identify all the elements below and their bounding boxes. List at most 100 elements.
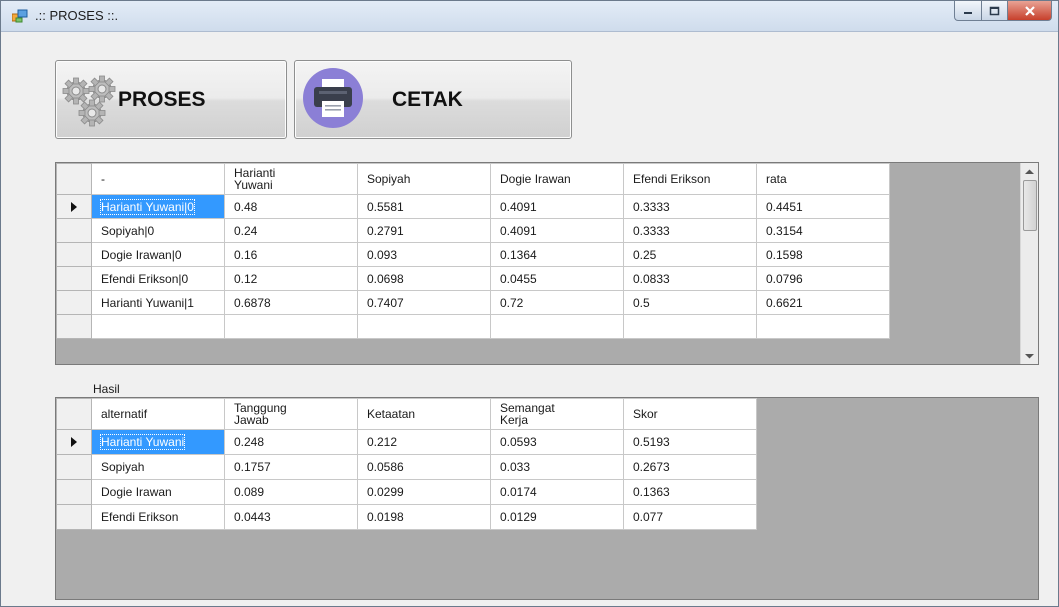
- table-cell[interactable]: 0.24: [224, 218, 358, 243]
- table-row[interactable]: Dogie Irawan 0.089 0.0299 0.0174 0.1363: [56, 479, 757, 505]
- title-bar[interactable]: .:: PROSES ::.: [1, 1, 1058, 32]
- table-cell[interactable]: Efendi Erikson: [91, 504, 225, 530]
- scroll-up-button[interactable]: [1021, 163, 1038, 180]
- table-cell[interactable]: 0.7407: [357, 290, 491, 315]
- gears-icon: [62, 75, 116, 127]
- column-header[interactable]: Dogie Irawan: [490, 163, 624, 195]
- table-cell[interactable]: [490, 314, 624, 339]
- column-header[interactable]: Semangat Kerja: [490, 398, 624, 430]
- table-cell[interactable]: 0.0299: [357, 479, 491, 505]
- table-cell[interactable]: 0.5193: [623, 429, 757, 455]
- table-cell[interactable]: 0.0833: [623, 266, 757, 291]
- column-header[interactable]: -: [91, 163, 225, 195]
- table-row[interactable]: Harianti Yuwani 0.248 0.212 0.0593 0.519…: [56, 429, 757, 455]
- table-cell[interactable]: 0.16: [224, 242, 358, 267]
- table-cell[interactable]: 0.4451: [756, 194, 890, 219]
- table-cell[interactable]: 0.4091: [490, 194, 624, 219]
- column-header[interactable]: Efendi Erikson: [623, 163, 757, 195]
- matrix-grid[interactable]: - Harianti Yuwani Sopiyah Dogie Irawan E…: [55, 162, 1039, 365]
- table-cell[interactable]: 0.212: [357, 429, 491, 455]
- table-cell[interactable]: 0.0129: [490, 504, 624, 530]
- column-header[interactable]: Harianti Yuwani: [224, 163, 358, 195]
- column-header[interactable]: Tanggung Jawab: [224, 398, 358, 430]
- table-cell[interactable]: 0.3333: [623, 194, 757, 219]
- table-cell[interactable]: Sopiyah: [91, 454, 225, 480]
- table-cell[interactable]: 0.48: [224, 194, 358, 219]
- table-cell[interactable]: Sopiyah|0: [91, 218, 225, 243]
- row-header[interactable]: [56, 479, 92, 505]
- row-header[interactable]: [56, 194, 92, 219]
- vertical-scrollbar[interactable]: [1020, 163, 1038, 364]
- table-cell[interactable]: 0.0586: [357, 454, 491, 480]
- table-cell[interactable]: 0.093: [357, 242, 491, 267]
- table-cell[interactable]: Efendi Erikson|0: [91, 266, 225, 291]
- table-cell[interactable]: [224, 314, 358, 339]
- table-cell[interactable]: 0.25: [623, 242, 757, 267]
- table-cell[interactable]: 0.3333: [623, 218, 757, 243]
- table-cell[interactable]: 0.0198: [357, 504, 491, 530]
- table-cell[interactable]: 0.089: [224, 479, 358, 505]
- table-cell[interactable]: [91, 314, 225, 339]
- row-header[interactable]: [56, 314, 92, 339]
- table-cell[interactable]: 0.0593: [490, 429, 624, 455]
- table-cell[interactable]: [756, 314, 890, 339]
- table-row[interactable]: Harianti Yuwani|1 0.6878 0.7407 0.72 0.5…: [56, 290, 890, 315]
- table-cell[interactable]: Harianti Yuwani|0: [91, 194, 225, 219]
- table-cell[interactable]: 0.12: [224, 266, 358, 291]
- table-cell[interactable]: 0.5: [623, 290, 757, 315]
- row-header[interactable]: [56, 266, 92, 291]
- minimize-button[interactable]: [954, 1, 982, 21]
- table-cell[interactable]: 0.1598: [756, 242, 890, 267]
- maximize-button[interactable]: [982, 1, 1008, 21]
- table-cell[interactable]: 0.0174: [490, 479, 624, 505]
- table-cell[interactable]: 0.077: [623, 504, 757, 530]
- column-header[interactable]: alternatif: [91, 398, 225, 430]
- table-cell[interactable]: 0.248: [224, 429, 358, 455]
- table-cell[interactable]: 0.1364: [490, 242, 624, 267]
- table-row-partial[interactable]: [56, 314, 890, 339]
- table-cell[interactable]: 0.0455: [490, 266, 624, 291]
- table-cell[interactable]: 0.0443: [224, 504, 358, 530]
- table-row[interactable]: Sopiyah 0.1757 0.0586 0.033 0.2673: [56, 454, 757, 480]
- table-cell[interactable]: 0.1363: [623, 479, 757, 505]
- table-row[interactable]: Dogie Irawan|0 0.16 0.093 0.1364 0.25 0.…: [56, 242, 890, 267]
- close-button[interactable]: [1008, 1, 1052, 21]
- table-cell[interactable]: Dogie Irawan|0: [91, 242, 225, 267]
- table-cell[interactable]: [623, 314, 757, 339]
- table-cell[interactable]: 0.3154: [756, 218, 890, 243]
- table-cell[interactable]: Dogie Irawan: [91, 479, 225, 505]
- column-header[interactable]: Skor: [623, 398, 757, 430]
- table-row[interactable]: Efendi Erikson 0.0443 0.0198 0.0129 0.07…: [56, 504, 757, 530]
- table-cell[interactable]: [357, 314, 491, 339]
- table-cell[interactable]: 0.0698: [357, 266, 491, 291]
- table-cell[interactable]: Harianti Yuwani: [91, 429, 225, 455]
- proses-button[interactable]: PROSES: [55, 60, 287, 139]
- column-header[interactable]: rata: [756, 163, 890, 195]
- table-cell[interactable]: 0.2673: [623, 454, 757, 480]
- column-header[interactable]: Ketaatan: [357, 398, 491, 430]
- row-header[interactable]: [56, 290, 92, 315]
- table-cell[interactable]: Harianti Yuwani|1: [91, 290, 225, 315]
- table-cell[interactable]: 0.6621: [756, 290, 890, 315]
- row-header[interactable]: [56, 504, 92, 530]
- row-header[interactable]: [56, 218, 92, 243]
- table-cell[interactable]: 0.0796: [756, 266, 890, 291]
- table-cell[interactable]: 0.6878: [224, 290, 358, 315]
- table-cell[interactable]: 0.2791: [357, 218, 491, 243]
- scroll-down-button[interactable]: [1021, 347, 1038, 364]
- table-row[interactable]: Efendi Erikson|0 0.12 0.0698 0.0455 0.08…: [56, 266, 890, 291]
- column-header[interactable]: Sopiyah: [357, 163, 491, 195]
- row-header[interactable]: [56, 242, 92, 267]
- table-cell[interactable]: 0.5581: [357, 194, 491, 219]
- table-cell[interactable]: 0.72: [490, 290, 624, 315]
- hasil-grid[interactable]: alternatif Tanggung Jawab Ketaatan Seman…: [55, 397, 1039, 600]
- cetak-button[interactable]: CETAK: [294, 60, 572, 139]
- table-cell[interactable]: 0.4091: [490, 218, 624, 243]
- table-cell[interactable]: 0.033: [490, 454, 624, 480]
- table-row[interactable]: Harianti Yuwani|0 0.48 0.5581 0.4091 0.3…: [56, 194, 890, 219]
- row-header[interactable]: [56, 454, 92, 480]
- scrollbar-thumb[interactable]: [1023, 180, 1037, 231]
- row-header[interactable]: [56, 429, 92, 455]
- table-row[interactable]: Sopiyah|0 0.24 0.2791 0.4091 0.3333 0.31…: [56, 218, 890, 243]
- table-cell[interactable]: 0.1757: [224, 454, 358, 480]
